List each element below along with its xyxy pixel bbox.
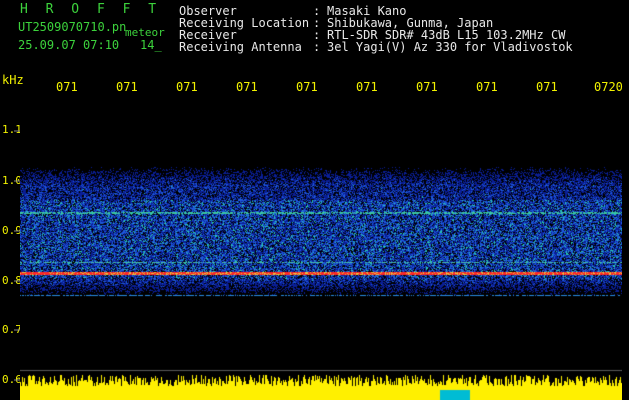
spectrogram-waterfall	[20, 100, 622, 400]
